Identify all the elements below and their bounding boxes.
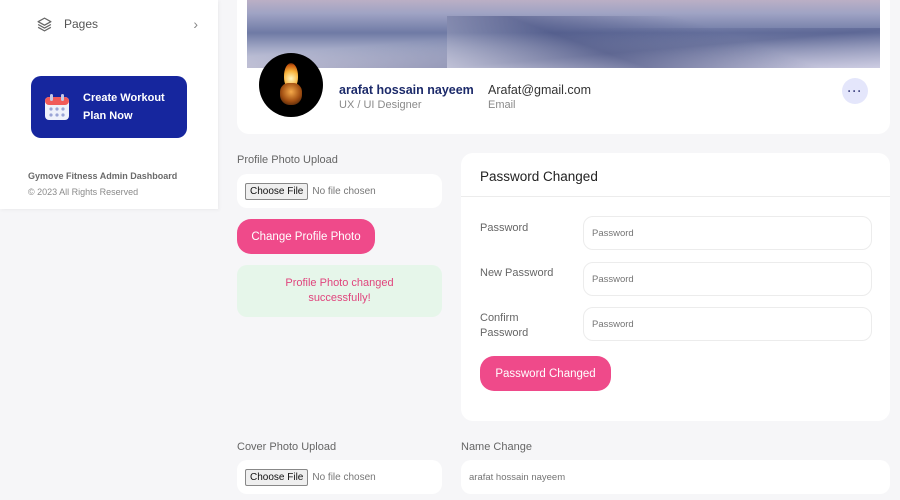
confirm-password-field[interactable] (583, 307, 872, 341)
new-password-label: New Password (480, 267, 554, 279)
avatar (259, 53, 323, 117)
jar-icon (280, 83, 302, 105)
cover-photo-file-input: Choose File No file chosen (237, 460, 442, 494)
password-changed-button[interactable]: Password Changed (480, 356, 611, 391)
sidebar: Pages › Create Workout Plan Now Gymove F… (0, 0, 218, 209)
file-status-text: No file chosen (312, 185, 376, 197)
password-label: Password (480, 222, 529, 234)
file-status-text: No file chosen (312, 471, 376, 483)
choose-file-button[interactable]: Choose File (245, 468, 309, 486)
confirm-label-line2: Password (480, 327, 529, 339)
footer-title: Gymove Fitness Admin Dashboard (28, 171, 178, 181)
success-line1: Profile Photo changed (285, 277, 394, 289)
layers-icon (37, 16, 52, 32)
confirm-label-line1: Confirm (480, 312, 519, 324)
password-card-title: Password Changed (480, 169, 598, 184)
profile-email: Arafat@gmail.com (488, 83, 591, 97)
name-change-field[interactable] (461, 460, 890, 494)
profile-role: UX / UI Designer (339, 99, 422, 111)
profile-photo-upload-label: Profile Photo Upload (237, 154, 338, 166)
cover-photo (247, 0, 880, 68)
name-change-label: Name Change (461, 441, 532, 453)
more-options-button[interactable]: ··· (842, 78, 868, 104)
profile-photo-file-input: Choose File No file chosen (237, 174, 442, 208)
choose-file-button[interactable]: Choose File (245, 182, 309, 200)
cover-photo-upload-label: Cover Photo Upload (237, 441, 337, 453)
profile-email-label: Email (488, 99, 516, 111)
change-profile-photo-button[interactable]: Change Profile Photo (237, 219, 375, 254)
sidebar-item-label: Pages (64, 17, 99, 31)
calendar-icon (45, 94, 69, 120)
chevron-right-icon: › (193, 16, 198, 32)
success-line2: successfully! (308, 292, 371, 304)
password-field[interactable] (583, 216, 872, 250)
create-workout-plan-button[interactable]: Create Workout Plan Now (31, 76, 187, 138)
divider (461, 196, 890, 197)
profile-card: arafat hossain nayeem UX / UI Designer A… (237, 0, 890, 134)
confirm-password-label: Confirm Password (480, 311, 528, 341)
workout-card-line1: Create Workout (83, 92, 165, 104)
sidebar-item-pages[interactable]: Pages › (36, 14, 198, 34)
workout-card-text: Create Workout Plan Now (83, 89, 165, 125)
profile-name: arafat hossain nayeem (339, 83, 474, 97)
footer-copyright: © 2023 All Rights Reserved (28, 187, 139, 197)
workout-card-line2: Plan Now (83, 110, 133, 122)
new-password-field[interactable] (583, 262, 872, 296)
cover-dune (447, 16, 880, 68)
password-card: Password Changed Password New Password C… (461, 153, 890, 421)
success-message: Profile Photo changed successfully! (237, 265, 442, 317)
